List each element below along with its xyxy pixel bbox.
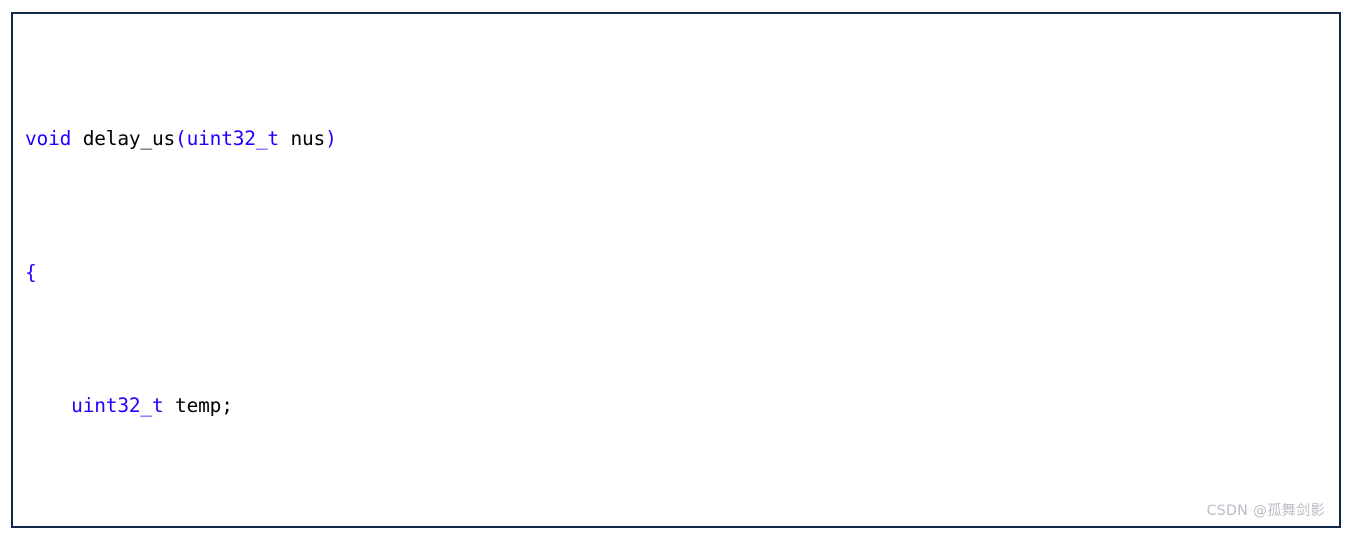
var-temp-decl: temp; (163, 394, 233, 418)
function-name: delay_us (71, 127, 176, 151)
code-line-4: SysTick->LOAD = nus * g_fac_us; /* 时间加载 … (25, 523, 1339, 526)
code-line-3: uint32_t temp; (25, 389, 1339, 422)
code-figure: void delay_us(uint32_t nus) { uint32_t t… (11, 12, 1341, 528)
paren-open: ( (175, 127, 187, 151)
watermark: CSDN @孤舞剑影 (1206, 503, 1325, 519)
paren-close: ) (325, 127, 337, 151)
code-line-1: void delay_us(uint32_t nus) (25, 122, 1339, 155)
param-nus: nus (278, 127, 326, 151)
code-block[interactable]: void delay_us(uint32_t nus) { uint32_t t… (25, 22, 1339, 526)
type-uint32t: uint32_t (186, 127, 280, 151)
code-line-2: { (25, 256, 1339, 289)
type-uint32t: uint32_t (71, 394, 164, 418)
brace-open-function: { (25, 260, 37, 284)
keyword-void: void (25, 127, 72, 151)
